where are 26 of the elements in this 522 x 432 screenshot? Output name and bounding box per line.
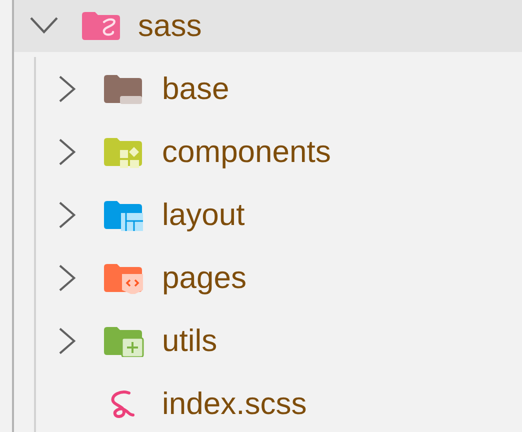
tree-row[interactable]: index.scss	[36, 372, 522, 432]
chevron-right-icon[interactable]	[58, 138, 76, 166]
file-name: sass	[138, 8, 202, 44]
folder-icon	[102, 72, 144, 104]
chevron-right-icon[interactable]	[58, 74, 76, 102]
folder-icon	[80, 10, 122, 42]
tree-row[interactable]: sass	[14, 0, 522, 52]
file-name: pages	[162, 260, 246, 296]
tree-row[interactable]: layout	[36, 183, 522, 246]
chevron-right-icon[interactable]	[58, 264, 76, 292]
folder-icon	[102, 136, 144, 168]
file-name: utils	[162, 322, 218, 358]
file-name: index.scss	[162, 386, 307, 422]
folder-icon	[102, 262, 144, 294]
tree-row[interactable]: utils	[36, 309, 522, 372]
folder-icon	[102, 324, 144, 356]
chevron-right-icon[interactable]	[58, 200, 76, 228]
tree-row[interactable]: pages	[36, 246, 522, 309]
chevron-right-icon[interactable]	[58, 326, 76, 354]
file-name: layout	[162, 196, 245, 232]
chevron-down-icon[interactable]	[30, 17, 58, 35]
tree-row[interactable]: base	[36, 57, 522, 120]
file-name: components	[162, 134, 331, 170]
tree-row[interactable]: components	[36, 120, 522, 183]
file-name: base	[162, 70, 230, 106]
folder-icon	[102, 198, 144, 230]
